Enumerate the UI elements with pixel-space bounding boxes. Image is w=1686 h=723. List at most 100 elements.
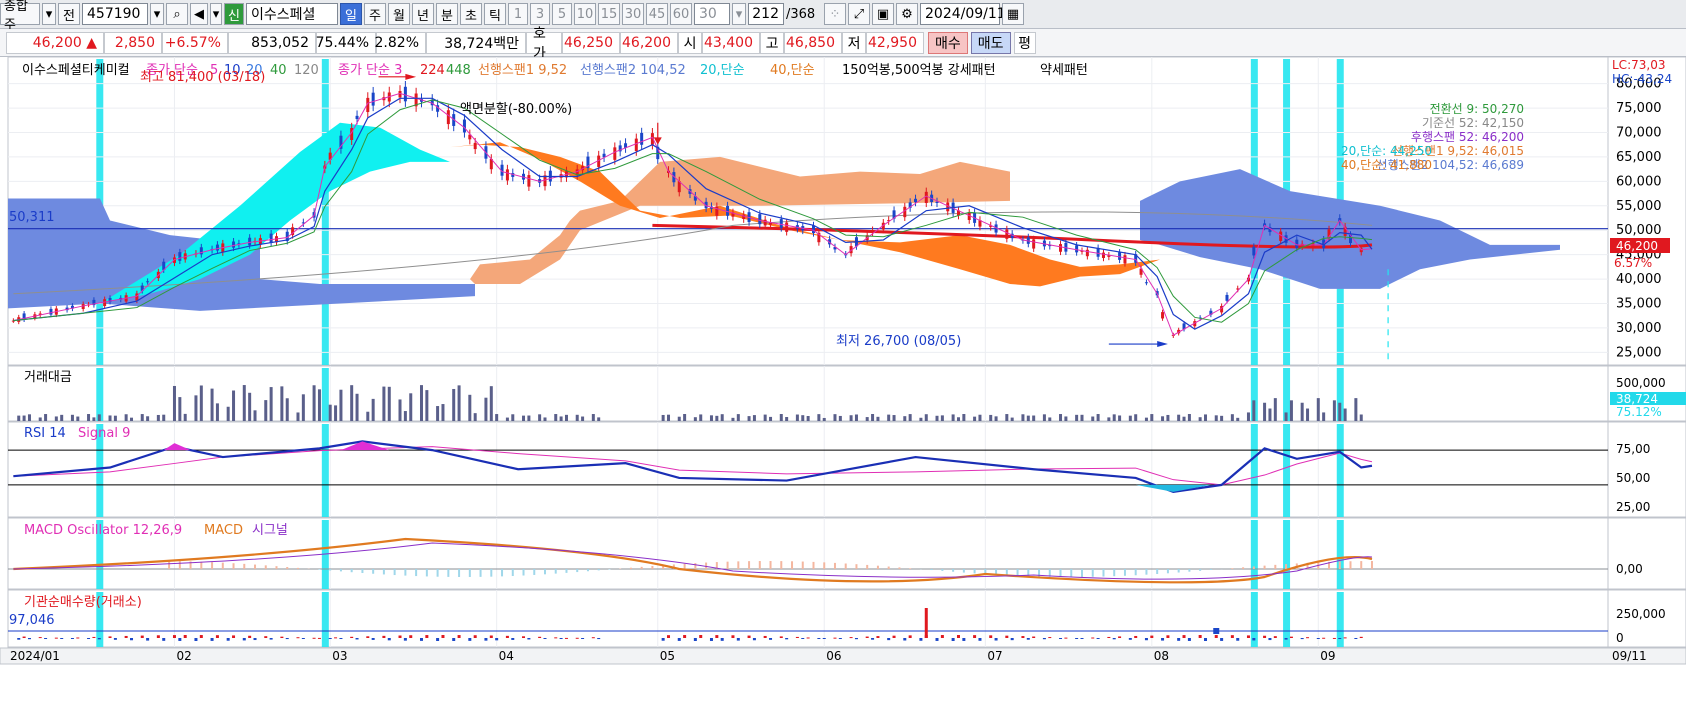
macd-osc-bar xyxy=(1349,561,1352,569)
period-week[interactable]: 주 xyxy=(364,3,386,25)
period-month[interactable]: 월 xyxy=(388,3,410,25)
macd-osc-bar xyxy=(318,569,321,570)
inst-bar xyxy=(334,637,338,639)
inst-bar xyxy=(355,638,359,640)
inst-bar xyxy=(1230,635,1234,638)
candle-body xyxy=(403,86,407,102)
amount-bar xyxy=(1338,402,1342,421)
amount-bar xyxy=(962,414,966,421)
inst-bar xyxy=(317,637,321,639)
crosshair-icon[interactable]: ⤢ xyxy=(848,3,870,25)
x-tick-label: 07 xyxy=(987,649,1002,663)
date-input[interactable]: 2024/09/11 xyxy=(920,3,1006,25)
macd-osc-bar xyxy=(1177,569,1180,573)
inst-bar xyxy=(876,636,880,638)
calendar-icon[interactable]: ▦ xyxy=(1002,3,1024,25)
interval-15[interactable]: 15 xyxy=(598,3,620,25)
inst-bar xyxy=(92,636,96,638)
rsi-signal-label: Signal 9 xyxy=(78,426,130,441)
price-change: 2,850 xyxy=(104,31,162,54)
inst-bar xyxy=(951,638,955,641)
stock-name-field[interactable]: 이수스페셜 xyxy=(246,3,338,25)
macd-osc-bar xyxy=(565,569,568,573)
interval-5[interactable]: 5 xyxy=(552,3,572,25)
amount-bar xyxy=(156,414,160,421)
amount-bar xyxy=(1177,414,1181,421)
ichimoku-label-5: 20,단순: 44,250 xyxy=(1341,144,1432,158)
interval-60[interactable]: 60 xyxy=(670,3,692,25)
current-price-value: 46,200 xyxy=(32,34,82,51)
inst-bar xyxy=(366,636,370,638)
interval-45[interactable]: 45 xyxy=(646,3,668,25)
amount-bar xyxy=(484,397,488,421)
amount-bar xyxy=(903,416,907,421)
signal-bar xyxy=(1336,424,1344,517)
amount-bar xyxy=(452,388,456,421)
period-minute[interactable]: 분 xyxy=(436,3,458,25)
amount-bar xyxy=(473,413,477,421)
high-price: 46,850 xyxy=(784,31,842,54)
inst-marker xyxy=(1213,628,1220,634)
interval-30[interactable]: 30 xyxy=(622,3,644,25)
speaker-icon[interactable]: ◀ xyxy=(190,3,208,25)
inst-bar xyxy=(1273,636,1277,638)
search-icon[interactable]: ⌕ xyxy=(166,3,188,25)
amount-bar xyxy=(1268,408,1272,421)
macd-osc-bar xyxy=(436,569,439,577)
interval-input[interactable]: 30 xyxy=(694,3,730,25)
save-icon[interactable]: ▣ xyxy=(872,3,894,25)
market-select[interactable]: 종합주 xyxy=(0,0,40,33)
speaker-dropdown-icon[interactable]: ▾ xyxy=(210,3,222,25)
price-tick-label: 30,000 xyxy=(1616,321,1662,336)
inst-bar xyxy=(70,638,74,639)
inst-bar xyxy=(1322,637,1326,639)
inst-bar xyxy=(522,636,526,638)
macd-osc-bar xyxy=(1252,566,1255,569)
gear-icon[interactable]: ⚙ xyxy=(896,3,918,25)
inst-bar xyxy=(575,637,579,639)
code-dropdown-icon[interactable]: ▾ xyxy=(150,3,164,25)
amount-bar xyxy=(747,416,751,421)
inst-bar xyxy=(1144,638,1148,641)
buy-button[interactable]: 매수 xyxy=(928,31,968,54)
prev-button[interactable]: 전 xyxy=(58,3,80,25)
stock-chart[interactable]: 25,00030,00035,00040,00045,00050,00055,0… xyxy=(0,57,1686,723)
signal-bar xyxy=(1283,424,1291,517)
amount-bar xyxy=(269,387,273,421)
macd-osc-bar xyxy=(425,569,428,577)
candle-body xyxy=(715,206,719,216)
count-input[interactable]: 212 xyxy=(748,3,784,25)
sell-button[interactable]: 매도 xyxy=(970,31,1011,54)
price-tick-label: 50,000 xyxy=(1616,223,1662,238)
eval-button[interactable]: 평 xyxy=(1013,31,1036,54)
code-input[interactable]: 457190 xyxy=(82,3,148,25)
interval-10[interactable]: 10 xyxy=(574,3,596,25)
amount-bar xyxy=(1273,398,1277,421)
interval-1[interactable]: 1 xyxy=(508,3,528,25)
quote-bar: 46,200 ▲ 2,850 +6.57% 853,052 75.44% 2.8… xyxy=(0,26,1686,62)
x-tick-label: 2024/01 xyxy=(10,649,60,663)
period-second[interactable]: 초 xyxy=(460,3,482,25)
inst-bar xyxy=(1198,635,1202,638)
macd-osc-bar xyxy=(221,562,224,569)
inst-bar xyxy=(146,638,150,641)
grid-icon[interactable]: ⁘ xyxy=(824,3,846,25)
rsi-tick-25: 25,00 xyxy=(1616,500,1650,514)
interval-dropdown-icon[interactable]: ▾ xyxy=(732,3,746,25)
period-year[interactable]: 년 xyxy=(412,3,434,25)
macd-osc-bar xyxy=(522,569,525,576)
price-tick-label: 55,000 xyxy=(1616,199,1662,214)
inst-bar xyxy=(1177,638,1181,641)
inst-bar xyxy=(1128,638,1132,640)
macd-osc-bar xyxy=(1188,569,1191,572)
macd-osc-bar xyxy=(962,569,965,573)
inst-bar xyxy=(956,635,960,638)
candle-body xyxy=(146,281,150,283)
amount-bar xyxy=(172,385,176,421)
amount-bar xyxy=(554,414,558,421)
inst-bar xyxy=(280,636,284,638)
period-day[interactable]: 일 xyxy=(340,3,362,25)
inst-bar xyxy=(683,635,687,638)
market-dropdown-icon[interactable]: ▾ xyxy=(42,3,56,25)
period-tick[interactable]: 틱 xyxy=(484,3,506,25)
